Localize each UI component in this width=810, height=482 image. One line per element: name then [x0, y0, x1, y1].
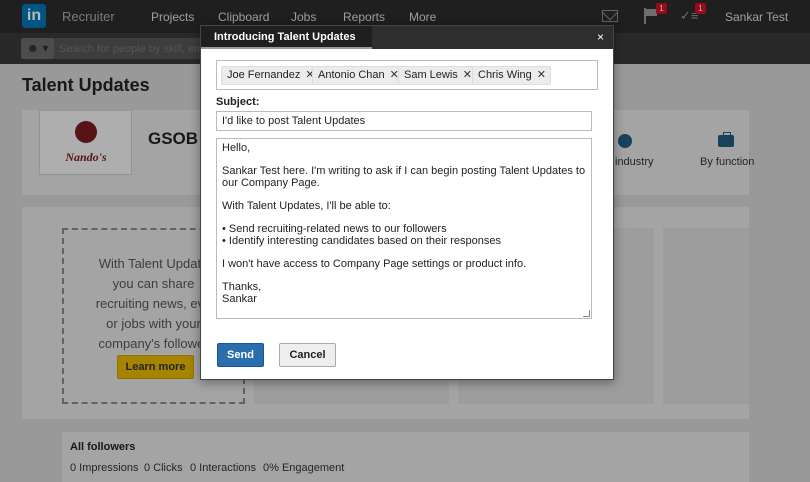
- resize-handle-icon[interactable]: [583, 310, 590, 317]
- cancel-button[interactable]: Cancel: [279, 343, 336, 367]
- recipient-name: Joe Fernandez: [227, 69, 301, 81]
- message-textarea[interactable]: Hello, Sankar Test here. I'm writing to …: [216, 138, 592, 319]
- recipient-token: Joe Fernandez ✕: [221, 66, 320, 85]
- close-icon[interactable]: ×: [597, 31, 604, 43]
- remove-icon[interactable]: ✕: [537, 67, 546, 84]
- recipient-name: Chris Wing: [478, 69, 532, 81]
- dialog-title: Introducing Talent Updates: [201, 26, 372, 49]
- subject-label: Subject:: [216, 96, 260, 108]
- dialog-header: Introducing Talent Updates ×: [201, 26, 613, 49]
- send-button[interactable]: Send: [217, 343, 264, 367]
- recipients-field[interactable]: Joe Fernandez ✕ Antonio Chan ✕ Sam Lewis ✕ …: [216, 60, 598, 90]
- recipient-token: Antonio Chan ✕: [312, 66, 404, 85]
- recipient-token: Chris Wing ✕: [472, 66, 552, 85]
- subject-input[interactable]: [216, 111, 592, 131]
- recipient-token: Sam Lewis ✕: [398, 66, 478, 85]
- recipient-name: Sam Lewis: [404, 69, 458, 81]
- recipient-name: Antonio Chan: [318, 69, 385, 81]
- remove-icon[interactable]: ✕: [463, 67, 472, 84]
- talent-updates-dialog: Introducing Talent Updates × Joe Fernand…: [200, 25, 614, 380]
